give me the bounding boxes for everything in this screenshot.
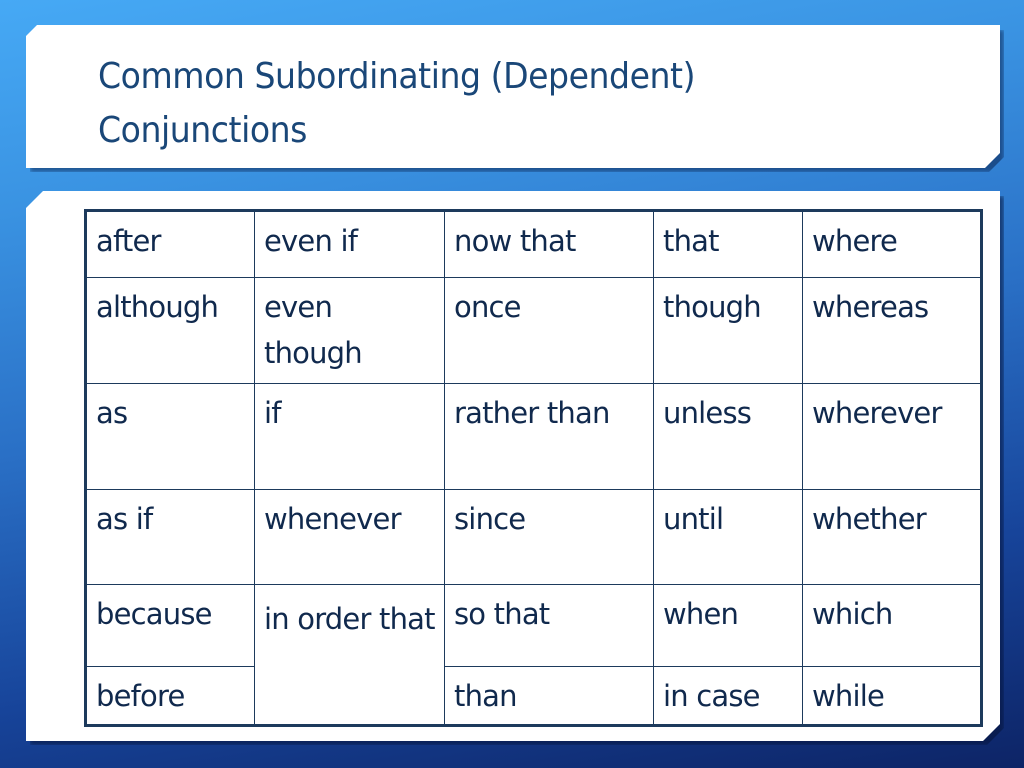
table-row: before than in case while xyxy=(85,666,982,726)
table-cell: which xyxy=(802,584,982,667)
slide-title-line-1: Common Subordinating (Dependent) xyxy=(98,56,696,97)
table-cell: that xyxy=(653,210,803,278)
table-cell: whenever xyxy=(254,489,445,585)
table-cell: whereas xyxy=(802,277,982,384)
table-cell: until xyxy=(653,489,803,585)
slide-title: Common Subordinating (Dependent) Conjunc… xyxy=(98,50,695,158)
table-cell: in case xyxy=(653,666,803,726)
slide-title-line-2: Conjunctions xyxy=(98,110,307,151)
table-cell: where xyxy=(802,210,982,278)
table-cell: than xyxy=(444,666,654,726)
table-cell: whether xyxy=(802,489,982,585)
table-cell: as if xyxy=(85,489,255,585)
table-cell-merged: in order that xyxy=(254,584,445,726)
table-cell: wherever xyxy=(802,383,982,490)
table-cell: even though xyxy=(254,277,445,384)
table-cell: if xyxy=(254,383,445,490)
table-row: as if whenever since until whether xyxy=(85,489,982,585)
table-cell: unless xyxy=(653,383,803,490)
table-row: although even though once though whereas xyxy=(85,277,982,384)
table-cell: because xyxy=(85,584,255,667)
conjunctions-table: after even if now that that where althou… xyxy=(84,209,983,727)
table-row: because in order that so that when which xyxy=(85,584,982,726)
title-panel: Common Subordinating (Dependent) Conjunc… xyxy=(26,25,1000,168)
table-cell: while xyxy=(802,666,982,726)
table-cell: even if xyxy=(254,210,445,278)
table-cell: rather than xyxy=(444,383,654,490)
table-cell: before xyxy=(85,666,255,726)
table-row: after even if now that that where xyxy=(85,210,982,278)
table-cell: although xyxy=(85,277,255,384)
table-cell: as xyxy=(85,383,255,490)
table-cell: so that xyxy=(444,584,654,667)
table-cell: after xyxy=(85,210,255,278)
table-cell: now that xyxy=(444,210,654,278)
table-cell: once xyxy=(444,277,654,384)
table-cell: when xyxy=(653,584,803,667)
table-row: as if rather than unless wherever xyxy=(85,383,982,490)
table-cell: though xyxy=(653,277,803,384)
table-cell: since xyxy=(444,489,654,585)
